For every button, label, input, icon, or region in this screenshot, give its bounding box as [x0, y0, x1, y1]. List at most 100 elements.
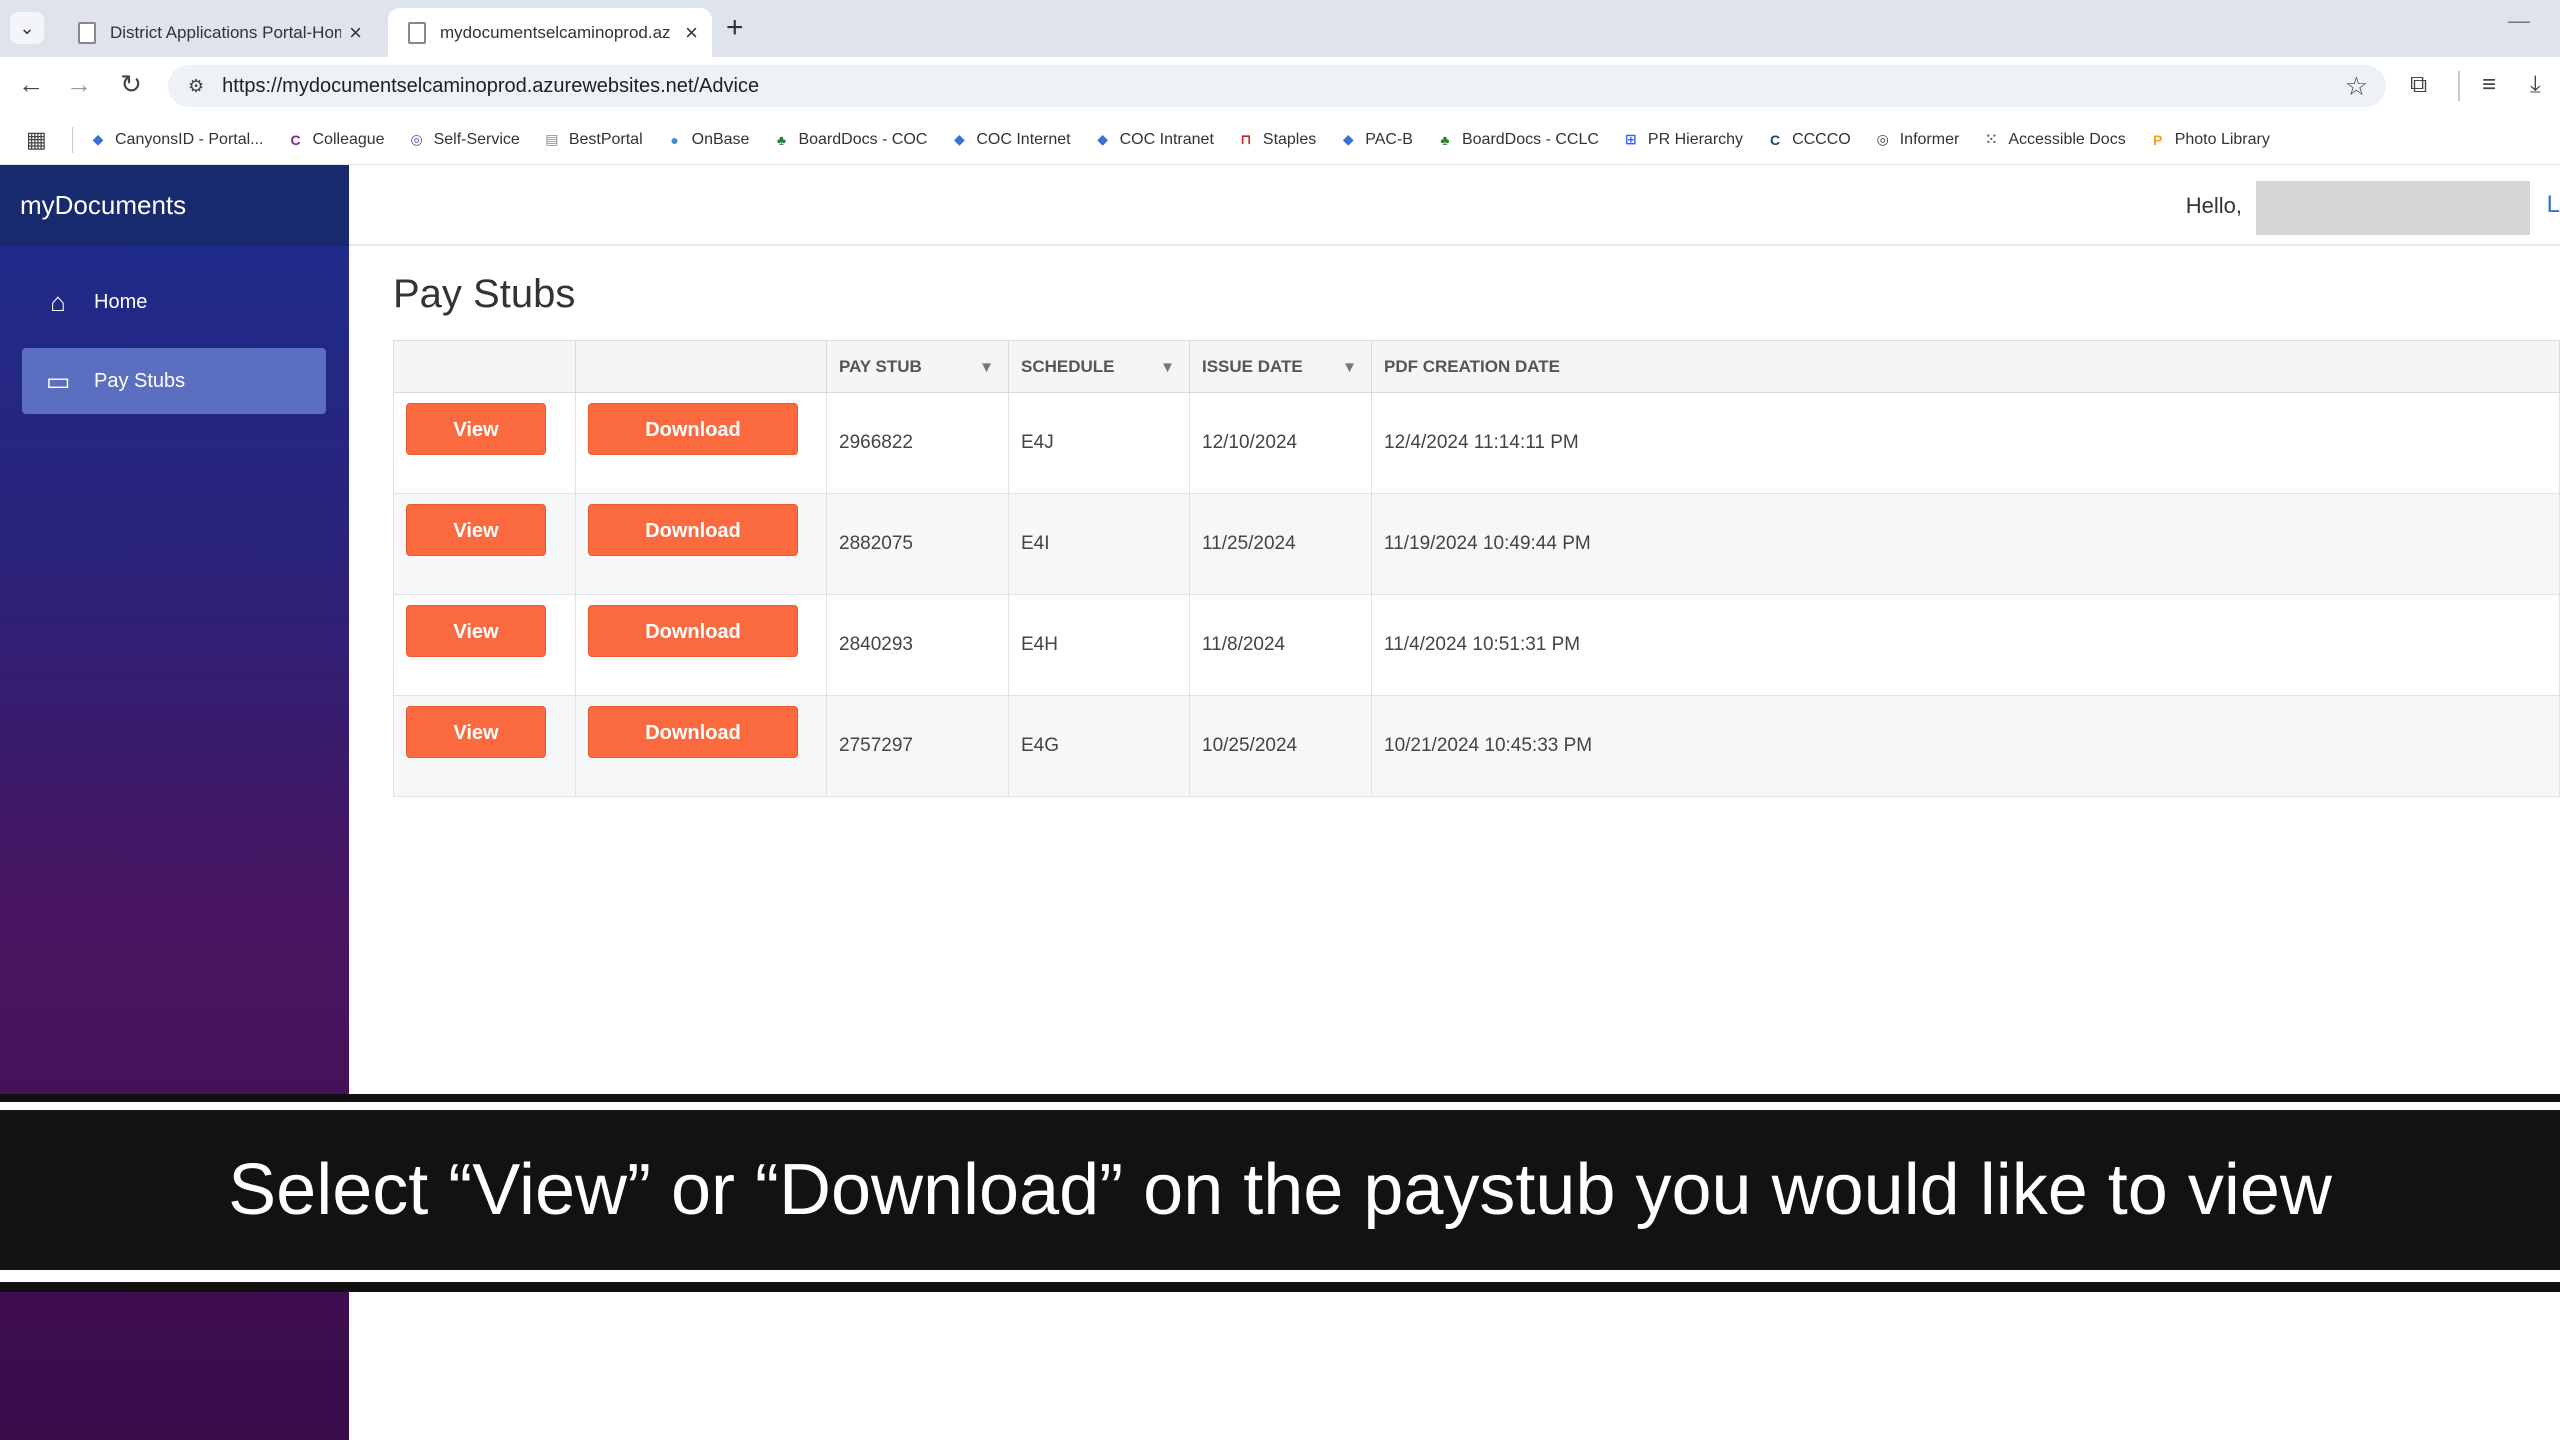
bookmark-14[interactable]: ⁙ Accessible Docs [1982, 131, 2125, 149]
issue-date-cell: 12/10/2024 [1189, 392, 1372, 494]
bookmark-8[interactable]: ⊓ Staples [1237, 131, 1316, 149]
browser-tab-district-portal[interactable]: District Applications Portal-Hom × [58, 8, 376, 57]
bookmark-label: COC Internet [976, 130, 1071, 148]
bookmark-label: CCCCO [1792, 130, 1851, 148]
bookmark-4[interactable]: ● OnBase [666, 130, 750, 149]
view-button[interactable]: View [406, 504, 546, 556]
bookmark-10[interactable]: ♣ BoardDocs - CCLC [1436, 131, 1599, 149]
bookmark-label: Self-Service [433, 130, 520, 148]
diamond-icon: ◆ [953, 131, 965, 147]
minimize-icon[interactable]: — [2508, 8, 2530, 34]
bookmark-7[interactable]: ◆ COC Intranet [1094, 131, 1214, 149]
address-bar[interactable]: ⚙ https://mydocumentselcaminoprod.azurew… [168, 65, 2386, 107]
sidebar-item-home[interactable]: ⌂ Home [22, 269, 326, 335]
sidebar-item-pay-stubs[interactable]: ▭ Pay Stubs [22, 348, 326, 414]
back-arrow-icon[interactable]: ← [14, 69, 48, 100]
main-header: Hello, L [349, 165, 2560, 246]
pdf-creation-date-cell: 12/4/2024 11:14:11 PM [1371, 392, 2560, 494]
extensions-icon[interactable]: ⧉ [2410, 71, 2427, 99]
bookmark-2[interactable]: ◎ Self-Service [408, 130, 520, 149]
bookmark-label: COC Intranet [1119, 130, 1214, 148]
bookmark-6[interactable]: ◆ COC Internet [950, 130, 1071, 149]
diamond-icon: ◆ [1342, 131, 1354, 147]
staple-icon: ⊓ [1240, 131, 1252, 147]
bookmark-13[interactable]: ◎ Informer [1874, 131, 1960, 149]
bookmark-star-icon[interactable]: ☆ [2345, 71, 2368, 102]
filter-icon[interactable]: ▼ [1342, 359, 1357, 376]
site-info-icon[interactable]: ⚙ [188, 76, 204, 97]
view-cell: View [393, 392, 576, 494]
pdf-creation-date-cell: 11/4/2024 10:51:31 PM [1371, 594, 2560, 696]
filter-icon[interactable]: ▼ [979, 359, 994, 376]
bookmark-label: Photo Library [2174, 130, 2270, 148]
chevron-down-icon: ⌄ [19, 17, 35, 38]
schedule-cell: E4G [1008, 695, 1190, 797]
column-header-issue-date[interactable]: ISSUE DATE ▼ [1189, 340, 1372, 393]
bookmark-11[interactable]: ⊞ PR Hierarchy [1622, 131, 1743, 149]
close-icon[interactable]: × [349, 20, 362, 46]
bookmark-12[interactable]: C CCCCO [1766, 131, 1851, 149]
download-cell: Download [575, 594, 827, 696]
download-cell: Download [575, 493, 827, 595]
bookmark-list: ◆ CanyonsID - Portal... C Colleague ◎ Self-Se… [89, 131, 2293, 149]
new-tab-button[interactable]: + [726, 12, 744, 44]
issue-date-cell: 10/25/2024 [1189, 695, 1372, 797]
browser-tab-mydocuments[interactable]: mydocumentselcaminoprod.az × [388, 8, 712, 57]
table-row: View Download 2840293 E4H 11/8/2024 11/4/2024… [393, 594, 2560, 696]
column-label: SCHEDULE [1021, 356, 1115, 376]
bookmark-0[interactable]: ◆ CanyonsID - Portal... [89, 131, 264, 149]
p-logo-icon: P [2153, 131, 2163, 148]
sidebar-item-label: Home [94, 290, 148, 313]
view-button[interactable]: View [406, 403, 546, 455]
app-brand[interactable]: myDocuments [0, 165, 349, 246]
bookmark-label: Staples [1262, 130, 1317, 148]
apps-grid-icon[interactable]: ▦ [26, 127, 48, 153]
table-row: View Download 2757297 E4G 10/25/2024 10/21/20… [393, 695, 2560, 797]
bookmark-1[interactable]: C Colleague [287, 131, 384, 149]
schedule-cell: E4J [1008, 392, 1190, 494]
greeting: Hello, [2185, 193, 2242, 218]
column-header-pdf-creation-date[interactable]: PDF CREATION DATE [1371, 340, 2560, 393]
download-cell: Download [575, 392, 827, 494]
bookmark-3[interactable]: ▤ BestPortal [543, 131, 642, 149]
bookmark-label: OnBase [691, 130, 750, 148]
bookmark-label: PAC-B [1365, 130, 1413, 148]
download-button[interactable]: Download [588, 403, 798, 455]
download-button[interactable]: Download [588, 605, 798, 657]
table-header-row: PAY STUB ▼ SCHEDULE ▼ ISSUE DATE ▼ PDF C… [393, 340, 2560, 393]
view-button[interactable]: View [406, 605, 546, 657]
instruction-caption: Select “View” or “Download” on the payst… [0, 1110, 2560, 1270]
close-icon[interactable]: × [685, 20, 698, 46]
url-text[interactable]: https://mydocumentselcaminoprod.azureweb… [222, 75, 759, 98]
tab-search-button[interactable]: ⌄ [10, 12, 44, 44]
toolbar-divider [2458, 71, 2460, 101]
download-button[interactable]: Download [588, 504, 798, 556]
bookmark-label: Accessible Docs [2008, 130, 2126, 148]
column-label: ISSUE DATE [1202, 356, 1303, 376]
bookmark-9[interactable]: ◆ PAC-B [1339, 131, 1413, 149]
pdf-creation-date-cell: 11/19/2024 10:49:44 PM [1371, 493, 2560, 595]
pdf-creation-date-cell: 10/21/2024 10:45:33 PM [1371, 695, 2560, 797]
media-control-icon[interactable]: ≡ [2482, 71, 2496, 99]
view-button[interactable]: View [406, 706, 546, 758]
schedule-cell: E4H [1008, 594, 1190, 696]
issue-date-cell: 11/25/2024 [1189, 493, 1372, 595]
column-header-pay-stub[interactable]: PAY STUB ▼ [826, 340, 1009, 393]
browser-tabstrip: ⌄ District Applications Portal-Hom × myd… [0, 0, 2560, 57]
schedule-cell: E4I [1008, 493, 1190, 595]
forward-arrow-icon[interactable]: → [62, 69, 96, 100]
page-icon [78, 21, 96, 44]
download-button[interactable]: Download [588, 706, 798, 758]
redacted-username [2256, 181, 2530, 235]
pay-stub-cell: 2882075 [826, 493, 1009, 595]
filter-icon[interactable]: ▼ [1160, 359, 1175, 376]
caption-rule-bottom [0, 1282, 2560, 1292]
column-header-download [575, 340, 827, 393]
download-icon[interactable]: ⤓ [2530, 71, 2541, 99]
reload-icon[interactable]: ↻ [114, 69, 148, 100]
bookmark-15[interactable]: P Photo Library [2149, 131, 2270, 149]
bookmark-5[interactable]: ♣ BoardDocs - COC [772, 131, 928, 149]
logout-link[interactable]: L [2547, 191, 2560, 219]
column-header-schedule[interactable]: SCHEDULE ▼ [1008, 340, 1190, 393]
tree-icon: ♣ [776, 131, 787, 148]
